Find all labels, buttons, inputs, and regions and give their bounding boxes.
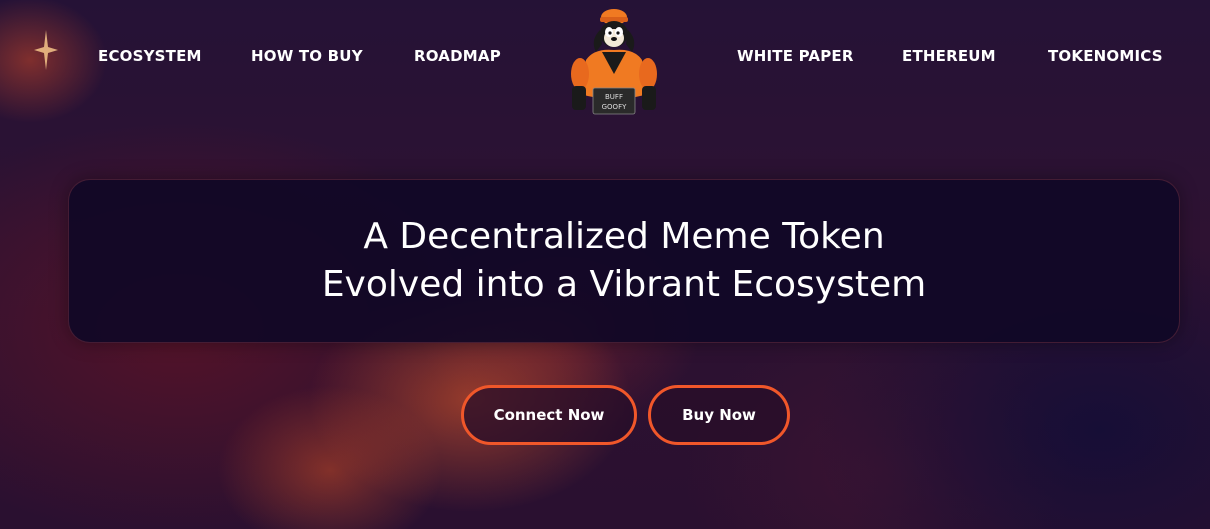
hero-title-line1: A Decentralized Meme Token [363,216,885,257]
buff-goofy-mascot-icon: BUFF GOOFY [571,9,657,115]
nav-link-ecosystem[interactable]: ECOSYSTEM [98,47,202,65]
nav-link-tokenomics[interactable]: TOKENOMICS [1048,47,1163,65]
connect-now-button[interactable]: Connect Now [461,385,637,445]
nav-link-roadmap[interactable]: ROADMAP [414,47,501,65]
buy-now-button[interactable]: Buy Now [648,385,790,445]
main-nav: ECOSYSTEM HOW TO BUY ROADMAP BUFF GOOFY … [0,0,1210,120]
logo-sign-line1: BUFF [605,93,623,101]
nav-link-white-paper[interactable]: WHITE PAPER [737,47,854,65]
nav-link-how-to-buy[interactable]: HOW TO BUY [251,47,363,65]
buff-goofy-logo[interactable]: BUFF GOOFY [566,4,662,116]
hero-card: A Decentralized Meme Token Evolved into … [68,179,1180,343]
logo-sign-line2: GOOFY [602,103,627,111]
hero-title-line2: Evolved into a Vibrant Ecosystem [321,264,927,305]
nav-link-ethereum[interactable]: ETHEREUM [902,47,996,65]
